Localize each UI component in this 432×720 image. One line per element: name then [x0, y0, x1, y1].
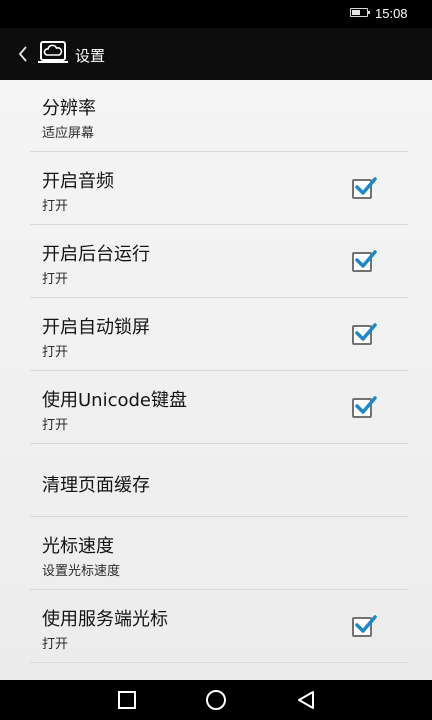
auto-lock-checkbox[interactable]	[352, 323, 377, 345]
triangle-back-icon[interactable]	[295, 689, 317, 711]
setting-subtitle: 设置光标速度	[42, 564, 121, 579]
setting-auto-lock[interactable]: 开启自动锁屏 打开	[0, 299, 432, 371]
setting-subtitle: 打开	[42, 418, 69, 433]
background-run-checkbox[interactable]	[352, 250, 377, 272]
server-cursor-checkbox[interactable]	[352, 615, 377, 637]
setting-subtitle: 打开	[42, 199, 69, 214]
unicode-keyboard-checkbox[interactable]	[352, 396, 377, 418]
setting-title: 开启后台运行	[42, 244, 150, 265]
divider	[30, 516, 408, 517]
setting-background-run[interactable]: 开启后台运行 打开	[0, 226, 432, 298]
setting-server-cursor[interactable]: 使用服务端光标 打开	[0, 591, 432, 663]
page-title: 设置	[75, 47, 106, 65]
divider	[30, 370, 408, 371]
circle-icon[interactable]	[205, 689, 227, 711]
setting-title: 开启音频	[42, 171, 114, 192]
setting-subtitle: 打开	[42, 637, 69, 652]
audio-checkbox[interactable]	[352, 177, 377, 199]
setting-unicode-keyboard[interactable]: 使用Unicode键盘 打开	[0, 372, 432, 444]
setting-title: 使用服务端光标	[42, 609, 168, 630]
action-bar: 设置	[0, 28, 432, 80]
divider	[30, 151, 408, 152]
status-time: 15:08	[375, 6, 408, 21]
cloud-app-icon	[38, 40, 68, 64]
chevron-left-icon[interactable]	[12, 42, 36, 66]
setting-title: 清理页面缓存	[42, 475, 150, 496]
setting-subtitle: 打开	[42, 345, 69, 360]
settings-list: 分辨率 适应屏幕 开启音频 打开 开启后台运行 打开 开启自动锁屏 打开 使用U…	[0, 80, 432, 680]
setting-title: 分辨率	[42, 98, 96, 119]
setting-title: 光标速度	[42, 536, 114, 557]
divider	[30, 297, 408, 298]
divider	[30, 443, 408, 444]
divider	[30, 662, 408, 663]
square-icon[interactable]	[116, 689, 138, 711]
divider	[30, 224, 408, 225]
battery-level	[352, 10, 360, 15]
setting-subtitle: 适应屏幕	[42, 126, 95, 141]
navigation-bar	[0, 680, 432, 720]
setting-resolution[interactable]: 分辨率 适应屏幕	[0, 80, 432, 152]
battery-icon	[350, 8, 370, 17]
setting-cursor-speed[interactable]: 光标速度 设置光标速度	[0, 518, 432, 590]
setting-title: 使用Unicode键盘	[42, 390, 187, 411]
status-bar: 15:08	[0, 0, 432, 28]
setting-subtitle: 打开	[42, 272, 69, 287]
divider	[30, 589, 408, 590]
setting-audio[interactable]: 开启音频 打开	[0, 153, 432, 225]
setting-title: 开启自动锁屏	[42, 317, 150, 338]
setting-clear-cache[interactable]: 清理页面缓存	[0, 445, 432, 517]
